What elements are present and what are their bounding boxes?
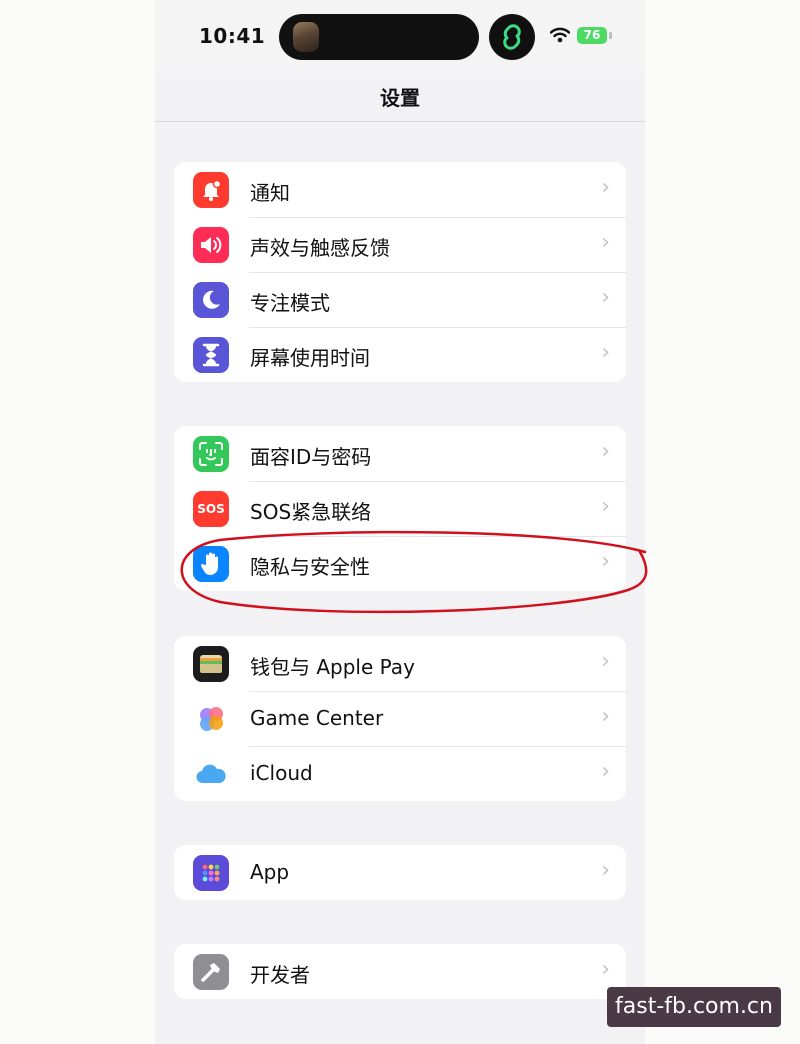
settings-row-apps[interactable]: App › — [174, 845, 626, 900]
chevron-right-icon: › — [601, 340, 610, 365]
wallet-icon — [193, 646, 229, 682]
settings-row-face-id[interactable]: 面容ID与密码 › — [174, 426, 626, 481]
chevron-right-icon: › — [601, 439, 610, 464]
cloud-icon — [193, 756, 229, 792]
settings-row-focus[interactable]: 专注模式 › — [174, 272, 626, 327]
row-label: Game Center — [250, 706, 384, 730]
settings-screen: 10:41 76 设置 通知 › 声效与触感反馈 › 专注模式 › 屏幕使用时间… — [155, 0, 645, 1044]
row-label: 声效与触感反馈 — [250, 236, 390, 260]
chevron-right-icon: › — [601, 649, 610, 674]
face-id-icon — [193, 436, 229, 472]
hand-icon — [193, 546, 229, 582]
status-bar: 10:41 76 — [155, 0, 645, 74]
settings-row-icloud[interactable]: iCloud › — [174, 746, 626, 801]
row-label: 隐私与安全性 — [250, 555, 370, 579]
settings-row-screen-time[interactable]: 屏幕使用时间 › — [174, 327, 626, 382]
chevron-right-icon: › — [601, 494, 610, 519]
vpn-link-icon[interactable] — [489, 14, 535, 60]
game-center-icon — [193, 701, 229, 737]
row-label: iCloud — [250, 761, 313, 785]
bell-badge-icon — [193, 172, 229, 208]
now-playing-artwork[interactable] — [293, 22, 319, 52]
settings-row-wallet[interactable]: 钱包与 Apple Pay › — [174, 636, 626, 691]
moon-icon — [193, 282, 229, 318]
row-label: 开发者 — [250, 963, 310, 987]
row-label: 屏幕使用时间 — [250, 346, 370, 370]
row-label: 通知 — [250, 181, 290, 205]
hammer-icon — [193, 954, 229, 990]
settings-row-sounds[interactable]: 声效与触感反馈 › — [174, 217, 626, 272]
page-title: 设置 — [380, 86, 420, 110]
settings-row-emergency-sos[interactable]: SOS SOS紧急联络 › — [174, 481, 626, 536]
chevron-right-icon: › — [601, 957, 610, 982]
chevron-right-icon: › — [601, 230, 610, 255]
status-time: 10:41 — [199, 24, 266, 48]
dynamic-island[interactable] — [279, 14, 479, 60]
chevron-right-icon: › — [601, 858, 610, 883]
row-label: 钱包与 Apple Pay — [250, 655, 415, 679]
chevron-right-icon: › — [601, 759, 610, 784]
sos-icon-text: SOS — [197, 502, 225, 516]
app-grid-icon — [193, 855, 229, 891]
chevron-right-icon: › — [601, 175, 610, 200]
settings-group-3: 钱包与 Apple Pay › Game Center › iCloud › — [174, 636, 626, 801]
hourglass-icon — [193, 337, 229, 373]
battery-level: 76 — [583, 28, 601, 42]
chevron-right-icon: › — [601, 285, 610, 310]
settings-row-game-center[interactable]: Game Center › — [174, 691, 626, 746]
settings-row-privacy-security[interactable]: 隐私与安全性 › — [174, 536, 626, 591]
row-label: 面容ID与密码 — [250, 445, 372, 469]
chevron-right-icon: › — [601, 704, 610, 729]
settings-row-developer[interactable]: 开发者 › — [174, 944, 626, 999]
settings-group-4: App › — [174, 845, 626, 900]
battery-indicator: 76 — [577, 27, 607, 44]
speaker-icon — [193, 227, 229, 263]
nav-divider — [155, 121, 645, 122]
sos-icon: SOS — [193, 491, 229, 527]
wifi-icon — [550, 27, 570, 43]
settings-row-notifications[interactable]: 通知 › — [174, 162, 626, 217]
row-label: 专注模式 — [250, 291, 330, 315]
settings-group-5: 开发者 › — [174, 944, 626, 999]
settings-group-2: 面容ID与密码 › SOS SOS紧急联络 › 隐私与安全性 › — [174, 426, 626, 591]
watermark: fast-fb.com.cn — [607, 987, 781, 1027]
row-label: App — [250, 860, 290, 884]
battery-tip — [609, 32, 612, 39]
row-label: SOS紧急联络 — [250, 500, 372, 524]
settings-group-1: 通知 › 声效与触感反馈 › 专注模式 › 屏幕使用时间 › — [174, 162, 626, 382]
chevron-right-icon: › — [601, 549, 610, 574]
